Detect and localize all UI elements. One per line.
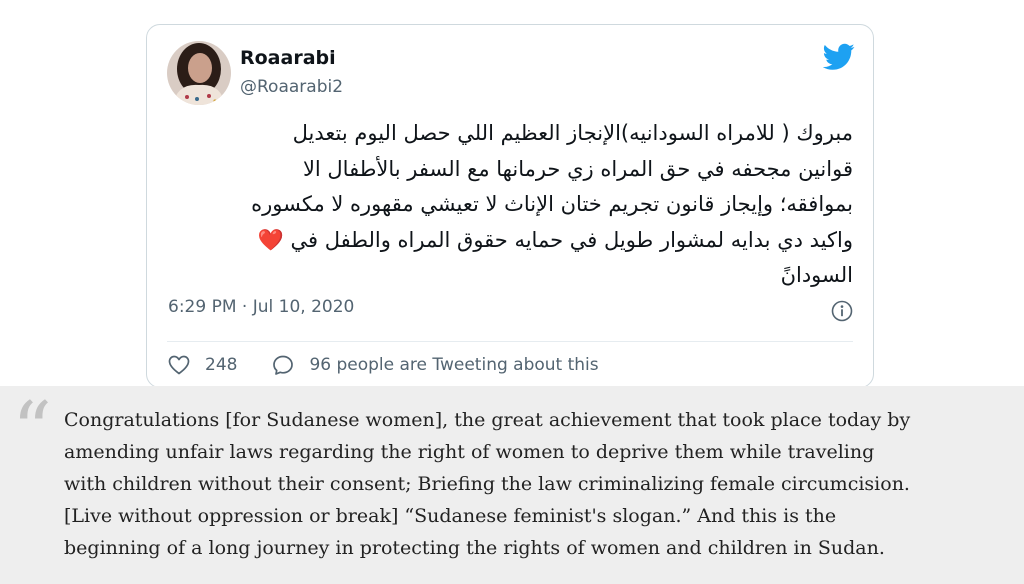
heart-outline-icon[interactable] bbox=[167, 353, 191, 377]
translation-line: beginning of a long journey in protectin… bbox=[64, 537, 885, 559]
tweet-text-line: السودانً bbox=[780, 263, 853, 287]
display-name[interactable]: Roaarabi bbox=[240, 47, 336, 69]
tweet-card[interactable]: Roaarabi @Roaarabi2 مبروك ( للامراه السو… bbox=[146, 24, 874, 388]
translation-line: [Live without oppression or break] “Suda… bbox=[64, 505, 837, 527]
red-heart-emoji: ❤️ bbox=[257, 227, 284, 252]
translation-line: with children without their consent; Bri… bbox=[64, 473, 910, 495]
twitter-bird-icon[interactable] bbox=[822, 43, 855, 71]
translation-quote: “ Congratulations [for Sudanese women], … bbox=[0, 386, 1024, 584]
profile-photo bbox=[167, 41, 231, 105]
like-count[interactable]: 248 bbox=[205, 355, 237, 375]
tweet-actions: 248 96 people are Tweeting about this bbox=[167, 349, 599, 381]
speech-bubble-icon[interactable] bbox=[271, 353, 295, 377]
tweet-text-line: قوانين مجحفه في حق المراه زي حرمانها مع … bbox=[302, 156, 853, 181]
tweet-text-line: بموافقه؛ وإيجاز قانون تجريم ختان الإناث … bbox=[251, 192, 853, 216]
avatar[interactable] bbox=[167, 41, 231, 105]
tweet-text-line: مبروك ( للامراه السودانيه)الإنجاز العظيم… bbox=[292, 121, 853, 145]
translation-line: amending unfair laws regarding the right… bbox=[64, 441, 875, 463]
tweet-timestamp[interactable]: 6:29 PM · Jul 10, 2020 bbox=[168, 297, 354, 317]
translation-text: Congratulations [for Sudanese women], th… bbox=[64, 404, 1004, 564]
tweet-text-line: واكيد دي بدايه لمشوار طويل في حمايه حقوق… bbox=[257, 227, 853, 252]
tweet-text: مبروك ( للامراه السودانيه)الإنجاز العظيم… bbox=[167, 116, 853, 294]
translation-line: Congratulations [for Sudanese women], th… bbox=[64, 409, 911, 431]
user-handle[interactable]: @Roaarabi2 bbox=[240, 77, 343, 97]
info-icon[interactable] bbox=[830, 299, 854, 323]
quote-mark-icon: “ bbox=[12, 386, 52, 476]
divider bbox=[167, 341, 853, 342]
tweeting-about-link[interactable]: 96 people are Tweeting about this bbox=[309, 355, 598, 375]
